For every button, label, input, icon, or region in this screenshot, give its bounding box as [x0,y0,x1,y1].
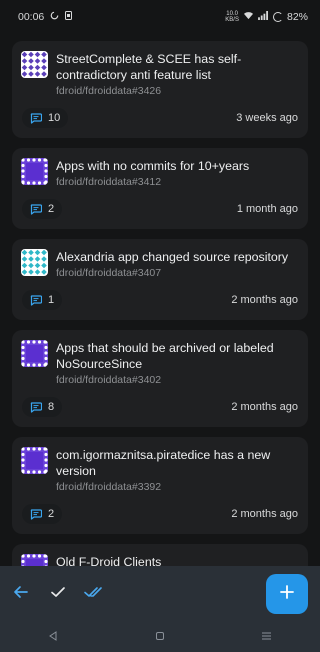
issue-card-6[interactable]: Old F-Droid Clients fdroid/fdroiddata#33… [12,544,308,566]
comment-count: 10 [48,112,61,124]
issue-card-1[interactable]: StreetComplete & SCEE has self-contradic… [12,41,308,138]
issue-meta: 2 1 month ago [21,199,299,219]
nav-home-button[interactable] [150,627,170,647]
comment-icon [30,508,42,520]
issue-card-5[interactable]: com.igormaznitsa.piratedice has a new ve… [12,437,308,534]
issue-repo: fdroid/fdroiddata#3412 [56,176,162,188]
new-issue-fab[interactable] [266,574,308,614]
square-home-icon [155,628,165,646]
menu-lines-icon [261,628,272,646]
comment-count: 2 [48,508,55,520]
issue-time: 2 months ago [231,294,298,306]
status-time: 00:06 [18,11,45,23]
comment-count-badge: 2 [22,199,63,219]
issue-texts: StreetComplete & SCEE has self-contradic… [56,51,299,98]
issue-title: Apps that should be archived or labeled … [56,341,274,371]
signal-icon [258,11,269,23]
data-saver-icon [50,11,59,23]
triangle-back-icon [48,628,58,646]
issue-texts: Apps with no commits for 10+years fdroid… [56,158,299,189]
issue-texts: Apps that should be archived or labeled … [56,340,299,387]
comment-count: 2 [48,203,55,215]
issue-list[interactable]: StreetComplete & SCEE has self-contradic… [12,41,308,566]
issue-texts: com.igormaznitsa.piratedice has a new ve… [56,447,299,494]
plus-icon [279,584,295,605]
issue-card-3[interactable]: Alexandria app changed source repository… [12,239,308,320]
status-right: 10.0 KB/S 82% [225,11,308,23]
issue-time: 1 month ago [236,203,298,215]
net-speed: 10.0 KB/S [225,11,239,23]
issue-card-4[interactable]: Apps that should be archived or labeled … [12,330,308,427]
issue-repo: fdroid/fdroiddata#3426 [56,85,162,97]
issue-title: Old F-Droid Clients [56,555,162,566]
status-left: 00:06 [18,11,73,23]
comment-icon [30,203,42,215]
nav-recents-button[interactable] [257,627,277,647]
repo-avatar [21,554,48,566]
issue-header: Apps that should be archived or labeled … [21,340,299,387]
arrow-left-icon [13,585,29,604]
issue-header: Apps with no commits for 10+years fdroid… [21,158,299,189]
issue-header: Alexandria app changed source repository… [21,249,299,280]
status-bar: 00:06 10.0 KB/S 82% [0,0,320,34]
comment-icon [30,401,42,413]
issue-repo: fdroid/fdroiddata#3392 [56,481,162,493]
repo-avatar [21,51,48,78]
check-icon [50,585,66,604]
issue-header: com.igormaznitsa.piratedice has a new ve… [21,447,299,494]
issue-meta: 8 2 months ago [21,397,299,417]
issue-header: Old F-Droid Clients fdroid/fdroiddata#33… [21,554,299,566]
comment-count-badge: 10 [22,108,69,128]
issue-repo: fdroid/fdroiddata#3407 [56,267,162,279]
comment-count-badge: 8 [22,397,63,417]
issue-title: StreetComplete & SCEE has self-contradic… [56,52,242,82]
wifi-icon [243,11,254,23]
issue-meta: 10 3 weeks ago [21,108,299,128]
net-speed-unit: KB/S [225,17,239,23]
issue-meta: 1 2 months ago [21,290,299,310]
issue-time: 2 months ago [231,401,298,413]
issue-texts: Alexandria app changed source repository… [56,249,299,280]
issue-time: 2 months ago [231,508,298,520]
repo-avatar [21,447,48,474]
comment-count-badge: 2 [22,504,63,524]
sim-icon [65,11,73,23]
mark-read-button[interactable] [48,584,68,604]
repo-avatar [21,158,48,185]
repo-avatar [21,340,48,367]
issue-title: com.igormaznitsa.piratedice has a new ve… [56,448,271,478]
comment-count: 1 [48,294,55,306]
mark-all-read-button[interactable] [84,584,104,604]
issue-title: Alexandria app changed source repository [56,250,289,264]
issue-repo: fdroid/fdroiddata#3402 [56,374,162,386]
battery-level: 82% [286,11,308,23]
back-button[interactable] [11,584,31,604]
comment-icon [30,294,42,306]
nav-back-button[interactable] [43,627,63,647]
issue-title: Apps with no commits for 10+years [56,159,250,173]
system-nav-bar [0,622,320,652]
issue-meta: 2 2 months ago [21,504,299,524]
repo-avatar [21,249,48,276]
battery-icon [272,12,283,22]
comment-count: 8 [48,401,55,413]
issue-card-2[interactable]: Apps with no commits for 10+years fdroid… [12,148,308,229]
comment-icon [30,112,42,124]
comment-count-badge: 1 [22,290,63,310]
issue-time: 3 weeks ago [236,112,298,124]
issue-header: StreetComplete & SCEE has self-contradic… [21,51,299,98]
issue-texts: Old F-Droid Clients fdroid/fdroiddata#33… [56,554,299,566]
double-check-icon [84,585,104,604]
